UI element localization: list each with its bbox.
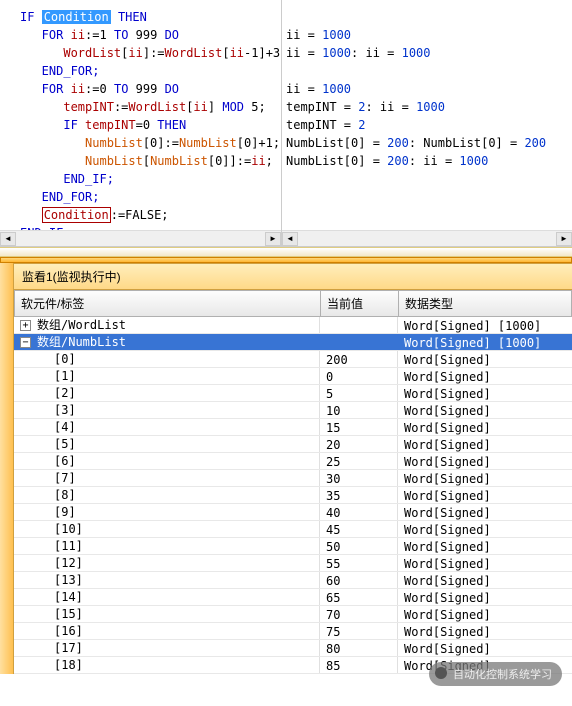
table-row[interactable]: [11]50Word[Signed] — [14, 538, 572, 555]
table-row[interactable]: [7]30Word[Signed] — [14, 470, 572, 487]
table-row[interactable]: [9]40Word[Signed] — [14, 504, 572, 521]
watch-panel-title[interactable]: 监看1(监视执行中) — [14, 263, 572, 290]
horizontal-scrollbar[interactable]: ◄ ► — [0, 230, 281, 246]
watch-table-header: 软元件/标签 当前值 数据类型 — [14, 290, 572, 317]
table-row[interactable]: [12]55Word[Signed] — [14, 555, 572, 572]
table-row[interactable]: [15]70Word[Signed] — [14, 606, 572, 623]
runtime-values-pane: ii = 1000 ii = 1000: ii = 1000 ii = 1000… — [282, 0, 572, 246]
table-row[interactable]: −数组/NumbListWord[Signed] [1000] — [14, 334, 572, 351]
table-row[interactable]: [17]80Word[Signed] — [14, 640, 572, 657]
table-row[interactable]: [10]45Word[Signed] — [14, 521, 572, 538]
table-row[interactable]: [13]60Word[Signed] — [14, 572, 572, 589]
scroll-left-arrow[interactable]: ◄ — [282, 232, 298, 246]
panel-gutter — [0, 263, 14, 674]
scroll-right-arrow[interactable]: ► — [556, 232, 572, 246]
watch-table-body: +数组/WordListWord[Signed] [1000]−数组/NumbL… — [14, 317, 572, 674]
table-row[interactable]: [6]25Word[Signed] — [14, 453, 572, 470]
table-row[interactable]: [8]35Word[Signed] — [14, 487, 572, 504]
top-split: IF Condition THEN FOR ii:=1 TO 999 DO Wo… — [0, 0, 572, 247]
watch-panel: 监看1(监视执行中) 软元件/标签 当前值 数据类型 +数组/WordListW… — [0, 263, 572, 674]
header-device-label[interactable]: 软元件/标签 — [15, 291, 321, 316]
table-row[interactable]: [1]0Word[Signed] — [14, 368, 572, 385]
table-row[interactable]: [4]15Word[Signed] — [14, 419, 572, 436]
table-row[interactable]: [16]75Word[Signed] — [14, 623, 572, 640]
table-row[interactable]: [3]10Word[Signed] — [14, 402, 572, 419]
expand-icon[interactable]: − — [20, 337, 31, 348]
header-data-type[interactable]: 数据类型 — [399, 291, 571, 316]
expand-icon[interactable]: + — [20, 320, 31, 331]
table-row[interactable]: +数组/WordListWord[Signed] [1000] — [14, 317, 572, 334]
table-row[interactable]: [2]5Word[Signed] — [14, 385, 572, 402]
splitter-bar[interactable] — [0, 247, 572, 257]
table-row[interactable]: [5]20Word[Signed] — [14, 436, 572, 453]
scroll-left-arrow[interactable]: ◄ — [0, 232, 16, 246]
horizontal-scrollbar-right[interactable]: ◄ ► — [282, 230, 572, 246]
highlighted-condition[interactable]: Condition — [42, 10, 111, 24]
table-row[interactable]: [0]200Word[Signed] — [14, 351, 572, 368]
watermark: 自动化控制系统学习 — [429, 662, 562, 686]
header-current-value[interactable]: 当前值 — [321, 291, 399, 316]
scroll-right-arrow[interactable]: ► — [265, 232, 281, 246]
table-row[interactable]: [14]65Word[Signed] — [14, 589, 572, 606]
code-editor[interactable]: IF Condition THEN FOR ii:=1 TO 999 DO Wo… — [0, 0, 282, 246]
